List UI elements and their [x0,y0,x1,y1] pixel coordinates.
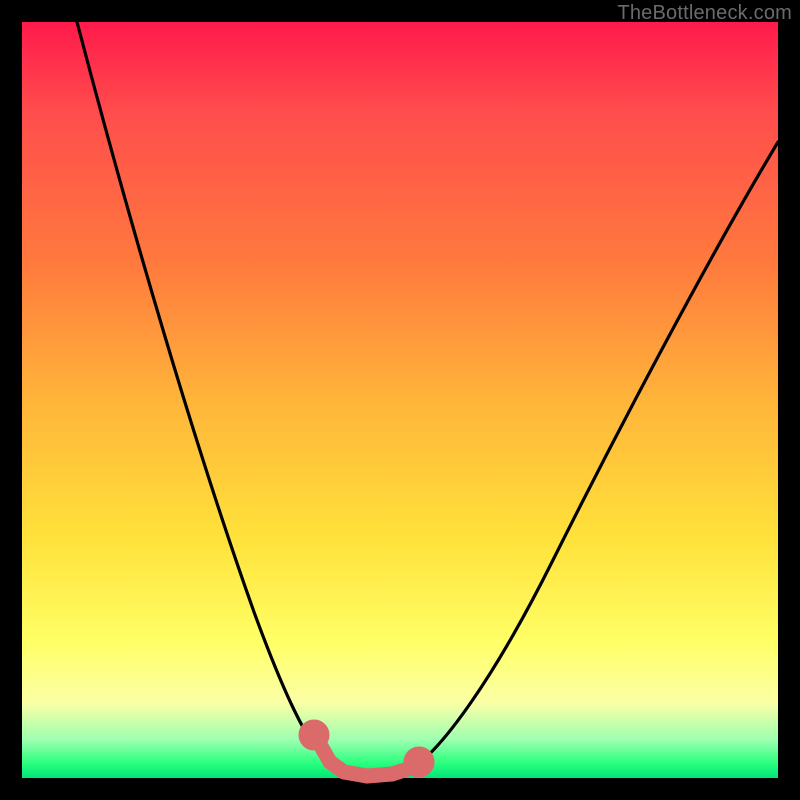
highlight-markers [306,727,427,776]
curve-path [77,22,778,777]
bottleneck-curve [22,22,778,778]
plot-area [22,22,778,778]
chart-frame: TheBottleneck.com [0,0,800,800]
watermark-text: TheBottleneck.com [617,2,792,25]
